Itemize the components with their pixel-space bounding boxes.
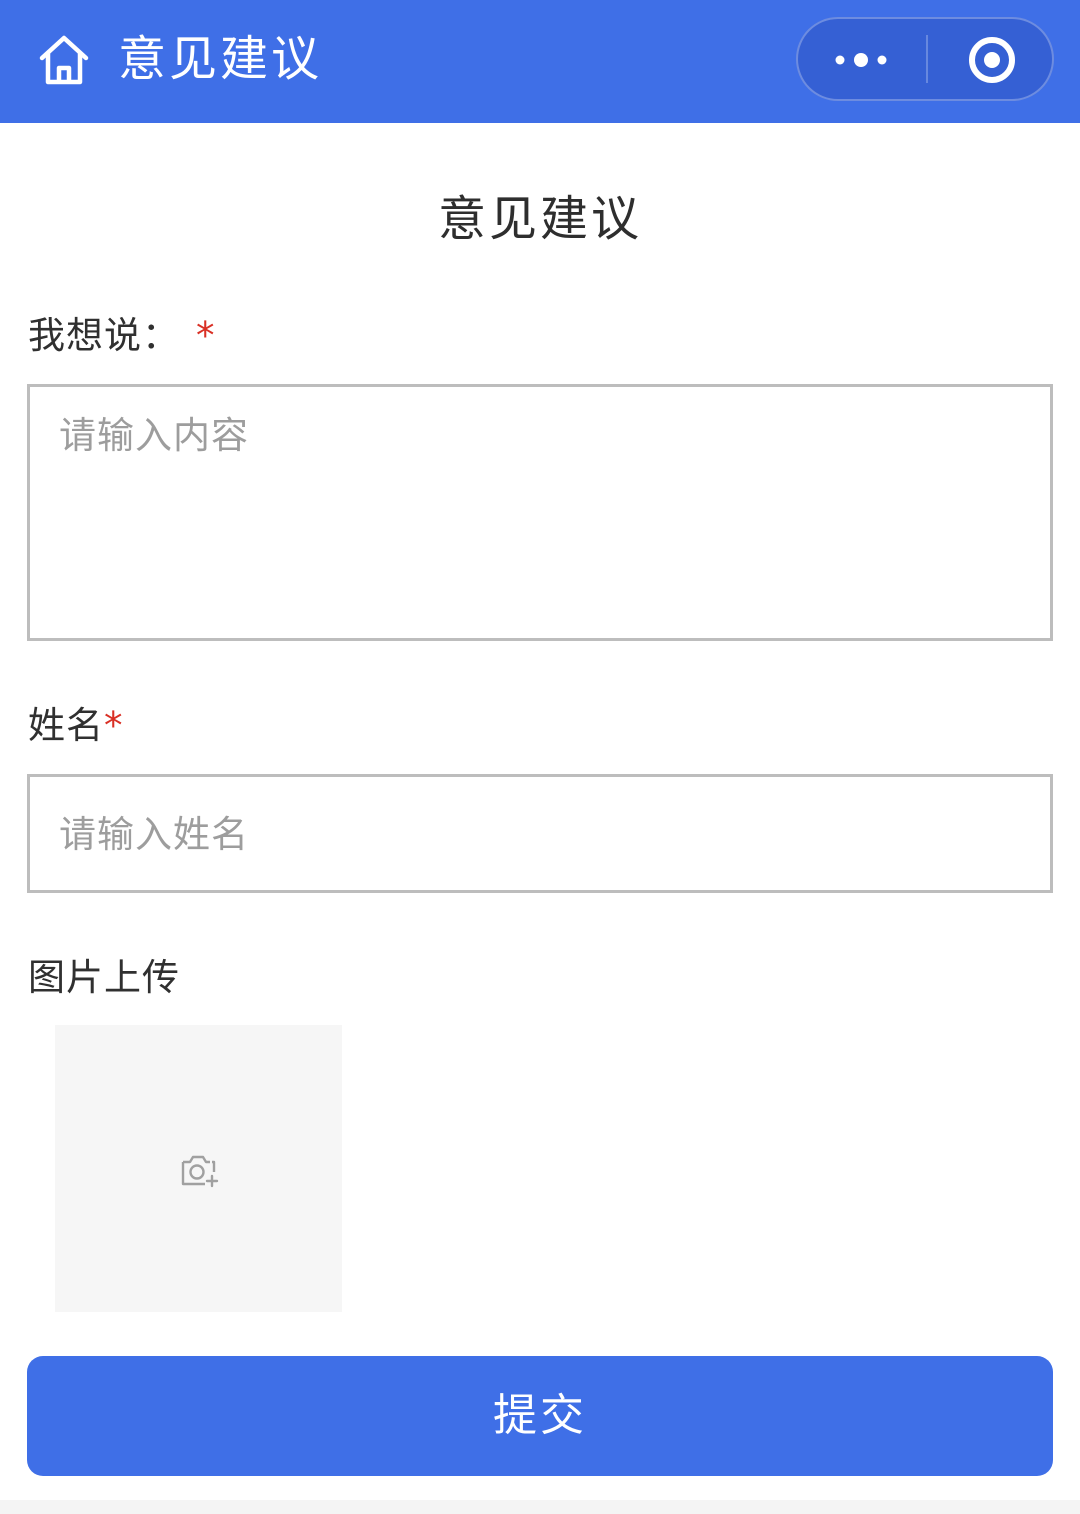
content-label-text: 我想说：: [28, 314, 180, 357]
navbar-title: 意见建议: [118, 31, 323, 87]
content-label: 我想说： *: [28, 311, 216, 361]
more-dots-icon[interactable]: [798, 19, 926, 99]
name-placeholder: 请输入姓名: [59, 813, 249, 856]
navigation-bar: 意见建议: [0, 0, 1080, 123]
content-textarea[interactable]: 请输入内容: [27, 384, 1053, 641]
required-mark: *: [104, 704, 124, 747]
page-title: 意见建议: [437, 191, 642, 247]
bottom-strip: [0, 1500, 1080, 1514]
name-label: 姓名*: [28, 701, 124, 751]
home-icon[interactable]: [34, 30, 94, 90]
content-placeholder: 请输入内容: [59, 414, 249, 457]
camera-add-icon: [179, 1152, 219, 1188]
submit-button[interactable]: 提交: [27, 1356, 1053, 1476]
mini-program-capsule: [796, 17, 1054, 101]
required-mark: *: [196, 314, 216, 357]
name-label-text: 姓名: [28, 704, 104, 747]
image-upload-button[interactable]: [55, 1025, 342, 1312]
upload-label: 图片上传: [28, 956, 180, 999]
name-input[interactable]: 请输入姓名: [27, 774, 1053, 893]
target-close-icon[interactable]: [928, 19, 1054, 99]
